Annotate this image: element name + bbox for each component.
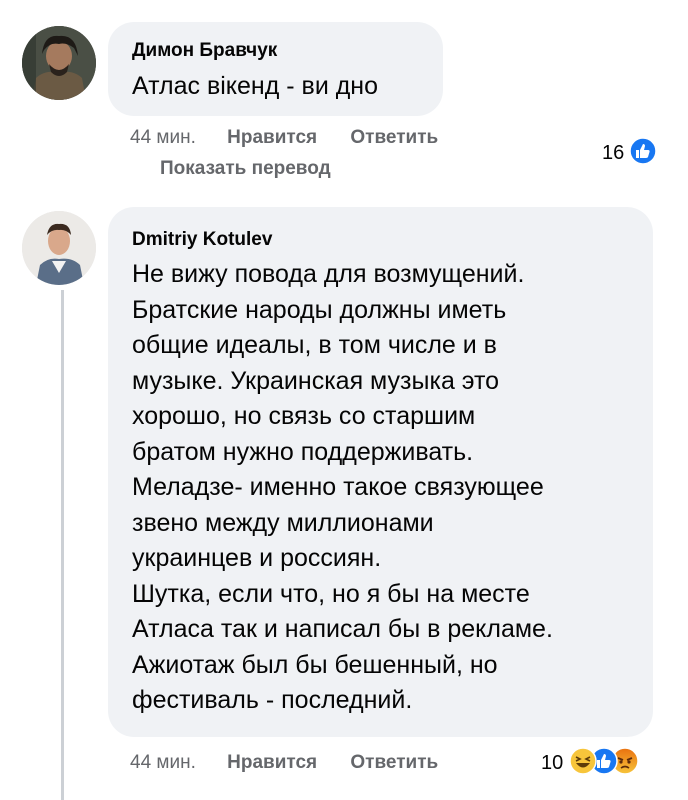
comment-line: Атласа так и написал бы в рекламе.	[132, 615, 553, 643]
comment-line: Братские народы должны иметь	[132, 295, 507, 324]
like-button[interactable]: Нравится	[227, 127, 317, 148]
comment-author[interactable]: Димон Бравчук	[132, 40, 277, 62]
user-photo	[22, 26, 96, 100]
comment-line: Меладзе- именно такое связующее	[132, 473, 544, 501]
comment-text: Атлас вікенд - ви дно	[132, 72, 379, 100]
thread-line	[61, 290, 64, 800]
comment-line: общие идеалы, в том числе и в	[132, 331, 497, 359]
comment-line: Шутка, если что, но я бы на месте	[132, 579, 530, 608]
comment-line: Ажиотаж был бы бешенный, но	[132, 650, 498, 679]
comment-bubble: Dmitriy Kotulev Не вижу повода для возму…	[108, 207, 653, 737]
comment-line: братом нужно поддерживать.	[132, 437, 474, 466]
reply-button[interactable]: Ответить	[350, 127, 438, 148]
like-button[interactable]: Нравится	[227, 752, 317, 773]
user-photo	[22, 211, 96, 285]
comment-actions: 44 мин. Нравится Ответить	[130, 752, 438, 774]
show-translation-link[interactable]: Показать перевод	[160, 158, 331, 180]
avatar[interactable]	[22, 26, 96, 100]
comment-time[interactable]: 44 мин.	[130, 752, 196, 773]
comment-line: фестиваль - последний.	[132, 686, 413, 714]
comment-line: украинцев и россиян.	[132, 544, 382, 572]
comment-line: хорошо, но связь со старшим	[132, 402, 476, 430]
comment-line: звено между миллионами	[132, 508, 434, 537]
reaction-summary[interactable]: 10	[541, 746, 639, 780]
reaction-count: 16	[602, 141, 625, 164]
comment-line: музыке. Украинская музыка это	[132, 366, 500, 395]
reply-button[interactable]: Ответить	[350, 752, 438, 773]
reaction-summary[interactable]: 16	[602, 136, 657, 170]
comment-author[interactable]: Dmitriy Kotulev	[132, 229, 272, 251]
reaction-count: 10	[541, 751, 564, 774]
comment-actions: 44 мин. Нравится Ответить	[130, 127, 438, 149]
avatar[interactable]	[22, 211, 96, 285]
like-icon	[629, 136, 657, 170]
haha-icon	[569, 746, 597, 780]
comment-time[interactable]: 44 мин.	[130, 127, 196, 148]
comment-line: Не вижу повода для возмущений.	[132, 260, 525, 288]
comment-bubble: Димон Бравчук Атлас вікенд - ви дно	[108, 22, 443, 116]
comment-text: Не вижу повода для возмущений. Братские …	[132, 257, 553, 719]
